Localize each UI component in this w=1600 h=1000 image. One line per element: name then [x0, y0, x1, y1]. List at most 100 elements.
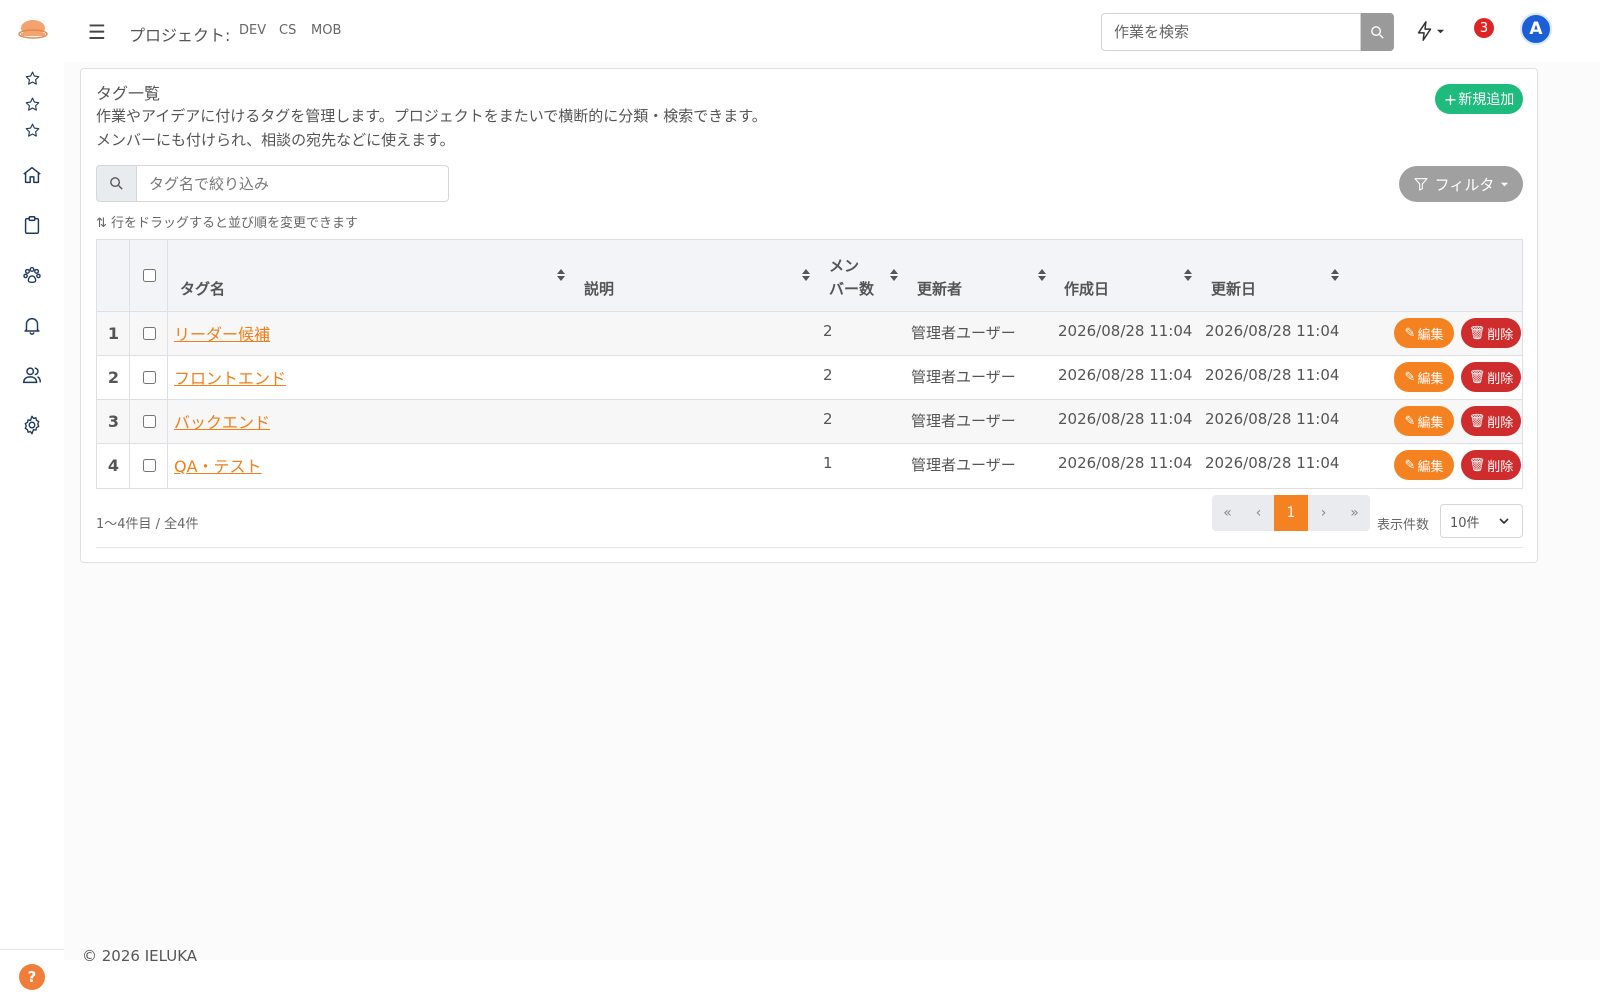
- tag-name-filter-input[interactable]: [136, 165, 449, 202]
- delete-button[interactable]: 🗑 削除: [1461, 318, 1521, 348]
- created-at-cell: 2026/08/28 11:04: [1058, 322, 1193, 340]
- edit-label: 編集: [1417, 327, 1444, 343]
- header-tag-name: タグ名: [180, 280, 226, 298]
- edit-button[interactable]: ✎ 編集: [1394, 406, 1454, 436]
- funnel-icon: [1414, 178, 1428, 191]
- table-row[interactable]: 1 リーダー候補 2 管理者ユーザー 2026/08/28 11:04 2026…: [97, 312, 1522, 356]
- user-avatar[interactable]: A: [1520, 13, 1552, 45]
- row-number: 1: [107, 324, 120, 343]
- sort-members-icon[interactable]: [889, 268, 899, 282]
- edit-label: 編集: [1417, 371, 1444, 387]
- trash-icon: 🗑: [1468, 369, 1486, 385]
- trash-icon: 🗑: [1468, 457, 1486, 473]
- search-icon: [110, 177, 123, 190]
- bell-icon[interactable]: [18, 311, 46, 339]
- updated-by-cell: 管理者ユーザー: [911, 324, 1016, 342]
- members-count: 2: [823, 322, 833, 340]
- quick-action-dropdown[interactable]: [1414, 18, 1450, 44]
- sort-arrows-icon: ⇅: [96, 216, 107, 231]
- edit-label: 編集: [1417, 415, 1444, 431]
- filter-search-addon: [96, 165, 137, 202]
- sort-tag-name-icon[interactable]: [556, 268, 566, 282]
- home-icon[interactable]: [18, 161, 46, 189]
- edit-button[interactable]: ✎ 編集: [1394, 450, 1454, 480]
- pagination-current-page[interactable]: 1: [1274, 495, 1308, 531]
- pagination-first[interactable]: «: [1212, 495, 1243, 531]
- add-new-tag-button[interactable]: + 新規追加: [1435, 84, 1523, 114]
- sort-created-at-icon[interactable]: [1183, 268, 1193, 282]
- delete-label: 削除: [1487, 327, 1514, 343]
- pagination-prev[interactable]: ‹: [1243, 495, 1274, 531]
- created-at-cell: 2026/08/28 11:04: [1058, 454, 1193, 472]
- trash-icon: 🗑: [1468, 325, 1486, 341]
- per-page-label: 表示件数: [1377, 518, 1430, 533]
- edit-label: 編集: [1417, 459, 1444, 475]
- header-updated-at: 更新日: [1211, 280, 1257, 298]
- updated-at-cell: 2026/08/28 11:04: [1205, 366, 1340, 384]
- task-search-input[interactable]: [1101, 13, 1361, 51]
- created-at-cell: 2026/08/28 11:04: [1058, 366, 1193, 384]
- edit-button[interactable]: ✎ 編集: [1394, 318, 1454, 348]
- project-link-cs[interactable]: CS: [279, 23, 296, 38]
- pagination-next[interactable]: ›: [1308, 495, 1339, 531]
- clipboard-icon[interactable]: [18, 211, 46, 239]
- tag-name-link[interactable]: フロントエンド: [174, 365, 286, 389]
- filter-dropdown-button[interactable]: フィルタ: [1399, 166, 1523, 202]
- sidebar: ?: [0, 0, 64, 1000]
- pencil-icon: ✎: [1404, 413, 1416, 429]
- project-link-dev[interactable]: DEV: [239, 23, 266, 38]
- sidebar-divider: [0, 949, 64, 950]
- chevron-down-icon: [1499, 518, 1509, 525]
- notification-badge[interactable]: 3: [1474, 18, 1494, 38]
- settings-gear-icon[interactable]: [18, 411, 46, 439]
- users-icon[interactable]: [18, 361, 46, 389]
- delete-label: 削除: [1487, 371, 1514, 387]
- project-link-mob[interactable]: MOB: [311, 23, 341, 38]
- table-row[interactable]: 3 バックエンド 2 管理者ユーザー 2026/08/28 11:04 2026…: [97, 400, 1522, 444]
- row-checkbox[interactable]: [143, 459, 156, 472]
- table-row[interactable]: 4 QA・テスト 1 管理者ユーザー 2026/08/28 11:04 2026…: [97, 444, 1522, 488]
- tag-name-link[interactable]: QA・テスト: [174, 453, 262, 477]
- delete-button[interactable]: 🗑 削除: [1461, 450, 1521, 480]
- table-header: タグ名 説明 メン バー数 更新者 作成日 更新日: [97, 240, 1522, 312]
- row-number: 2: [107, 368, 120, 387]
- paw-icon[interactable]: [18, 261, 46, 289]
- select-all-checkbox[interactable]: [143, 269, 156, 282]
- page-description-line-1: 作業やアイデアに付けるタグを管理します。プロジェクトをまたいで横断的に分類・検索…: [96, 107, 767, 125]
- caret-down-icon: [1436, 29, 1445, 33]
- row-number: 3: [107, 412, 120, 431]
- table-row[interactable]: 2 フロントエンド 2 管理者ユーザー 2026/08/28 11:04 202…: [97, 356, 1522, 400]
- row-checkbox[interactable]: [143, 371, 156, 384]
- edit-button[interactable]: ✎ 編集: [1394, 362, 1454, 392]
- app-logo[interactable]: [18, 18, 48, 44]
- pagination-last[interactable]: »: [1339, 495, 1370, 531]
- pencil-icon: ✎: [1404, 457, 1416, 473]
- per-page-select[interactable]: 10件: [1440, 504, 1523, 538]
- add-new-label: 新規追加: [1458, 92, 1515, 108]
- help-button[interactable]: ?: [19, 964, 45, 990]
- row-checkbox[interactable]: [143, 327, 156, 340]
- created-at-cell: 2026/08/28 11:04: [1058, 410, 1193, 428]
- delete-label: 削除: [1487, 459, 1514, 475]
- tag-name-link[interactable]: バックエンド: [174, 409, 270, 433]
- search-button[interactable]: [1361, 13, 1394, 51]
- row-checkbox[interactable]: [143, 415, 156, 428]
- sort-description-icon[interactable]: [801, 268, 811, 282]
- delete-label: 削除: [1487, 415, 1514, 431]
- tag-name-link[interactable]: リーダー候補: [174, 321, 270, 345]
- favorite-star-icon-3[interactable]: [18, 116, 46, 144]
- sort-updated-by-icon[interactable]: [1037, 268, 1047, 282]
- delete-button[interactable]: 🗑 削除: [1461, 362, 1521, 392]
- delete-button[interactable]: 🗑 削除: [1461, 406, 1521, 436]
- sort-updated-at-icon[interactable]: [1330, 268, 1340, 282]
- favorite-star-icon-2[interactable]: [18, 90, 46, 118]
- favorite-star-icon-1[interactable]: [18, 64, 46, 92]
- header-members-line2: バー数: [829, 280, 875, 298]
- tag-list-card: タグ一覧 作業やアイデアに付けるタグを管理します。プロジェクトをまたいで横断的に…: [80, 68, 1538, 563]
- hamburger-menu-icon[interactable]: ☰: [88, 22, 106, 42]
- caret-down-icon: [1501, 182, 1509, 186]
- plus-icon: +: [1443, 89, 1458, 109]
- updated-at-cell: 2026/08/28 11:04: [1205, 322, 1340, 340]
- header-updated-by: 更新者: [917, 280, 963, 298]
- search-icon: [1371, 25, 1384, 39]
